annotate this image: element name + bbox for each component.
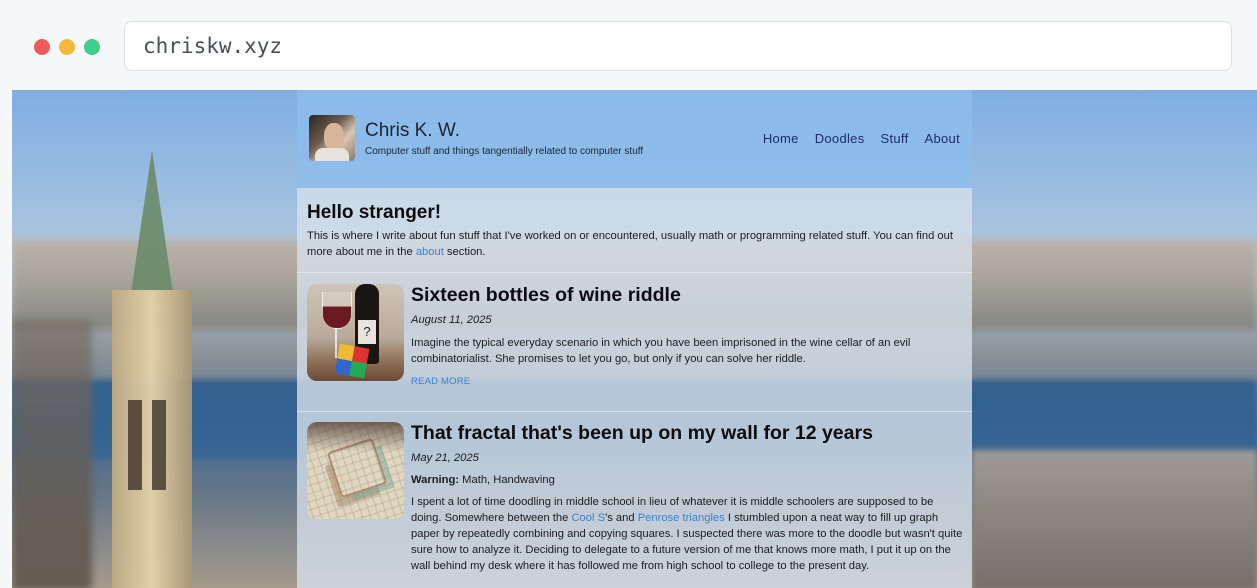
intro-section: Hello stranger! This is where I write ab…	[307, 202, 962, 260]
content-column: Chris K. W. Computer stuff and things ta…	[297, 90, 972, 588]
nav-about-link[interactable]: About	[925, 131, 960, 146]
site-header: Chris K. W. Computer stuff and things ta…	[297, 90, 972, 188]
cool-s-link[interactable]: Cool S	[571, 512, 605, 524]
intro-text: This is where I write about fun stuff th…	[307, 230, 953, 258]
post-date: May 21, 2025	[411, 452, 479, 464]
read-more-link[interactable]: READ MORE	[411, 376, 963, 387]
divider	[297, 411, 972, 412]
minimize-window-button[interactable]	[59, 39, 75, 55]
about-link[interactable]: about	[416, 246, 444, 258]
intro-heading: Hello stranger!	[307, 202, 442, 223]
post-thumbnail-wine[interactable]: ?	[307, 284, 404, 381]
nav-stuff-link[interactable]: Stuff	[881, 131, 909, 146]
page-viewport: Chris K. W. Computer stuff and things ta…	[12, 90, 1257, 588]
post-thumbnail-fractal[interactable]	[307, 422, 404, 519]
divider	[297, 272, 972, 273]
post-summary: Imagine the typical everyday scenario in…	[411, 337, 911, 365]
nav-doodles-link[interactable]: Doodles	[815, 131, 865, 146]
address-bar[interactable]: chriskw.xyz	[124, 21, 1232, 71]
browser-chrome: chriskw.xyz	[0, 0, 1257, 90]
site-tagline: Computer stuff and things tangentially r…	[365, 146, 644, 157]
avatar[interactable]	[309, 115, 355, 161]
post-title[interactable]: That fractal that's been up on my wall f…	[411, 422, 963, 445]
post-text: That fractal that's been up on my wall f…	[411, 422, 963, 574]
site-title[interactable]: Chris K. W.	[365, 120, 460, 142]
post-summary: I spent a lot of time doodling in middle…	[411, 496, 963, 572]
maximize-window-button[interactable]	[84, 39, 100, 55]
post-text: Sixteen bottles of wine riddle August 11…	[411, 284, 963, 387]
nav-home-link[interactable]: Home	[763, 131, 799, 146]
post-warning: Warning: Math, Handwaving	[411, 474, 555, 486]
window-controls	[34, 39, 100, 55]
main-content: Hello stranger! This is where I write ab…	[297, 188, 972, 588]
post-title[interactable]: Sixteen bottles of wine riddle	[411, 284, 963, 307]
close-window-button[interactable]	[34, 39, 50, 55]
penrose-triangles-link[interactable]: Penrose triangles	[638, 512, 725, 524]
post-date: August 11, 2025	[411, 314, 492, 326]
background-city	[972, 450, 1257, 588]
background-clocktower	[72, 150, 222, 588]
main-nav: Home Doodles Stuff About	[763, 131, 960, 146]
